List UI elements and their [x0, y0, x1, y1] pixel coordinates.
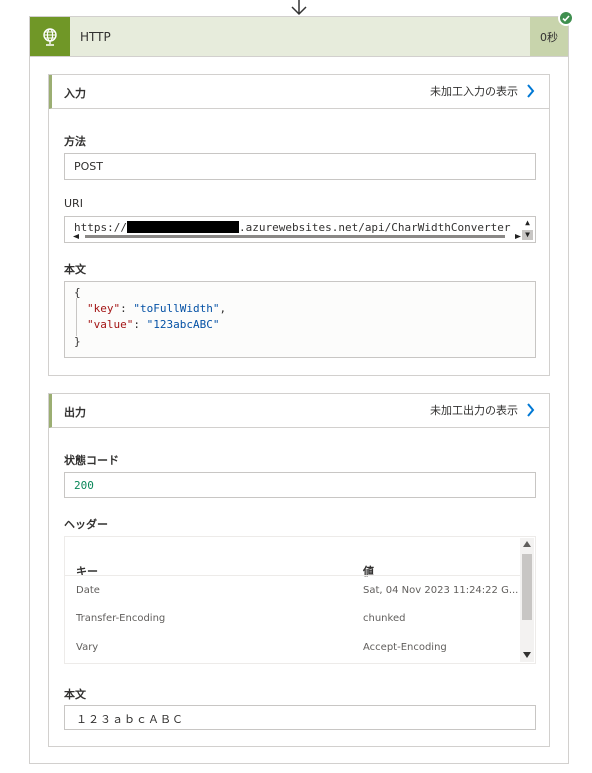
scroll-left-icon[interactable]: [73, 234, 81, 239]
headers-scrollbar[interactable]: [520, 538, 534, 662]
table-row: Transfer-Encoding chunked: [65, 604, 521, 633]
json-val-2: "123abcABC": [146, 318, 220, 331]
json-key-1: "key": [87, 302, 121, 315]
uri-prefix: https://: [74, 221, 127, 234]
header-key: Date: [76, 585, 100, 596]
inputs-section: 入力 未加工入力の表示 方法 POST URI https:// .azurewe…: [48, 74, 550, 376]
card-header[interactable]: HTTP 0秒: [30, 17, 568, 57]
body-label: 本文: [64, 263, 86, 276]
headers-table[interactable]: キー 値 Date Sat, 04 Nov 2023 11:24:22 G...…: [64, 536, 536, 664]
method-label: 方法: [64, 135, 86, 148]
globe-icon: [30, 17, 70, 56]
header-value: Sat, 04 Nov 2023 11:24:22 G...: [363, 585, 519, 596]
json-line-value: "value": "123abcABC": [87, 318, 220, 331]
json-open-brace: {: [74, 286, 81, 299]
header-key: Transfer-Encoding: [76, 613, 166, 624]
table-row: Vary Accept-Encoding: [65, 633, 521, 662]
json-key-2: "value": [87, 318, 134, 331]
json-line-key: "key": "toFullWidth",: [87, 302, 227, 315]
redacted-host: [126, 221, 239, 233]
headers-label: ヘッダー: [64, 518, 108, 531]
response-body-label: 本文: [64, 688, 86, 701]
uri-field[interactable]: https:// .azurewebsites.net/api/CharWidth…: [64, 216, 536, 243]
headers-scroll-thumb[interactable]: [522, 554, 532, 620]
header-value: chunked: [363, 613, 406, 624]
show-raw-outputs-link[interactable]: 未加工出力の表示: [430, 402, 535, 418]
uri-horizontal-scrollbar[interactable]: [73, 234, 521, 239]
inputs-title: 入力: [64, 87, 86, 100]
json-val-1: "toFullWidth": [133, 302, 220, 315]
uri-suffix: .azurewebsites.net/api/CharWidthConverte…: [238, 221, 511, 234]
scroll-down-icon[interactable]: ▼: [522, 230, 533, 240]
outputs-section: 出力 未加工出力の表示 状態コード 200 ヘッダー キー 値 Date Sat…: [48, 393, 550, 747]
scroll-right-icon[interactable]: [513, 234, 521, 239]
scroll-down-icon[interactable]: [523, 652, 531, 658]
success-check-icon: [558, 10, 574, 26]
request-body-json[interactable]: { "key": "toFullWidth", "value": "123abc…: [64, 281, 536, 358]
flow-arrow-down-icon: [291, 0, 307, 16]
outputs-section-header: 出力 未加工出力の表示: [49, 394, 549, 428]
json-close-brace: }: [74, 335, 81, 348]
uri-text: https:// .azurewebsites.net/api/CharWidth…: [74, 221, 520, 234]
action-title: HTTP: [80, 30, 111, 44]
json-brace-guide: [76, 298, 77, 336]
method-value: POST: [74, 160, 103, 173]
header-key: Vary: [76, 642, 99, 653]
response-body-field[interactable]: １２３ａｂｃＡＢＣ: [64, 705, 536, 730]
uri-scroll-thumb[interactable]: [85, 235, 505, 238]
header-value: Accept-Encoding: [363, 642, 447, 653]
method-field[interactable]: POST: [64, 153, 536, 180]
uri-label: URI: [64, 197, 83, 210]
scroll-up-icon[interactable]: [523, 541, 531, 547]
status-code-label: 状態コード: [64, 454, 119, 467]
show-raw-outputs-label: 未加工出力の表示: [430, 404, 518, 417]
outputs-title: 出力: [64, 406, 86, 419]
table-row: Date Sat, 04 Nov 2023 11:24:22 G...: [65, 575, 521, 604]
status-code-field[interactable]: 200: [64, 472, 536, 498]
scroll-up-icon[interactable]: ▲: [522, 218, 533, 228]
inputs-section-header: 入力 未加工入力の表示: [49, 75, 549, 109]
http-action-card: HTTP 0秒 入力 未加工入力の表示 方法 POST URI https://…: [29, 16, 569, 764]
show-raw-inputs-label: 未加工入力の表示: [430, 85, 518, 98]
response-body-value: １２３ａｂｃＡＢＣ: [76, 713, 184, 726]
chevron-right-icon: [527, 84, 535, 98]
status-code-value: 200: [74, 479, 94, 492]
chevron-right-icon: [527, 403, 535, 417]
show-raw-inputs-link[interactable]: 未加工入力の表示: [430, 83, 535, 99]
